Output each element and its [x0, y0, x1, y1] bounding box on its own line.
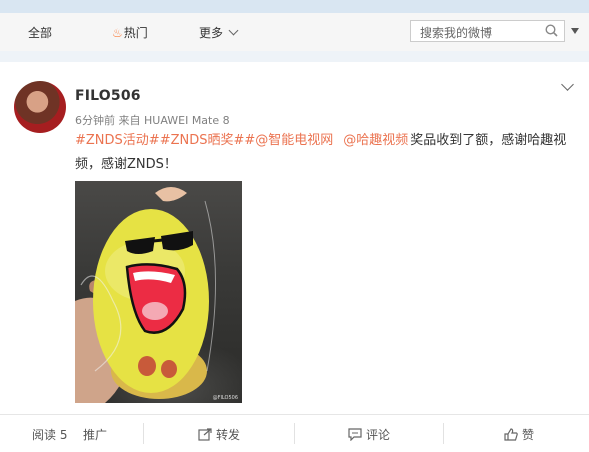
chevron-down-icon — [228, 25, 239, 36]
nav-item-more[interactable]: 更多 — [199, 24, 239, 41]
top-strip — [0, 0, 589, 13]
thumbs-up-icon — [504, 428, 518, 441]
post-via: 来自 — [118, 114, 141, 127]
read-count: 阅读 5 — [32, 428, 68, 442]
post-text-line1-tail: 奖品收到了额，感谢哈趣视 — [410, 133, 567, 148]
nav-item-hot-label: 热门 — [123, 26, 148, 40]
divider — [143, 423, 144, 444]
repost-icon — [198, 428, 212, 441]
repost-label: 转发 — [216, 428, 241, 442]
post-device[interactable]: HUAWEI Mate 8 — [144, 114, 230, 127]
comment-icon — [348, 428, 362, 441]
nav-item-all[interactable]: 全部 — [28, 24, 52, 41]
post-action-bar: 阅读 5 推广 转发 评论 赞 — [0, 414, 589, 452]
search-input[interactable]: 搜索我的微博 — [410, 20, 565, 42]
like-button[interactable]: 赞 — [504, 426, 534, 443]
divider-band — [0, 51, 589, 62]
promote-label: 推广 — [83, 428, 108, 442]
post-time[interactable]: 6分钟前 — [75, 114, 115, 127]
search-dropdown-caret-icon[interactable] — [571, 28, 579, 34]
search-icon[interactable] — [545, 24, 558, 37]
photo-watermark: @FILO506 — [212, 395, 238, 401]
comment-label: 评论 — [366, 428, 391, 442]
avatar[interactable] — [14, 81, 66, 133]
like-label: 赞 — [522, 428, 535, 442]
topic-tag[interactable]: #ZNDS活动# — [75, 133, 160, 148]
comment-button[interactable]: 评论 — [348, 426, 390, 443]
post-text: #ZNDS活动##ZNDS晒奖##@智能电视网 @哈趣视频 奖品收到了额，感谢哈趣视… — [75, 129, 585, 177]
weibo-post-card: FILO506 6分钟前 来自 HUAWEI Mate 8 #ZNDS活动##Z… — [0, 62, 589, 414]
divider — [294, 423, 295, 444]
search-placeholder: 搜索我的微博 — [420, 26, 493, 40]
post-photo[interactable]: @FILO506 — [75, 181, 242, 403]
repost-button[interactable]: 转发 — [198, 426, 240, 443]
post-username[interactable]: FILO506 — [75, 88, 141, 104]
topic-tag[interactable]: #@智能电视网 — [244, 133, 333, 148]
nav-item-hot[interactable]: ♨热门 — [112, 24, 148, 41]
post-text-line2: 频，感谢ZNDS！ — [75, 157, 177, 172]
divider — [443, 423, 444, 444]
promote-button[interactable]: 推广 — [83, 426, 107, 443]
topic-tag[interactable]: #ZNDS晒奖# — [160, 133, 245, 148]
flame-icon: ♨ — [112, 26, 123, 40]
post-meta: 6分钟前 来自 HUAWEI Mate 8 — [75, 112, 230, 128]
chevron-down-icon[interactable] — [561, 78, 574, 91]
mention-link[interactable]: @哈趣视频 — [343, 133, 408, 148]
nav-item-all-label: 全部 — [28, 26, 53, 40]
plush-toy-image — [75, 187, 216, 403]
nav-item-more-label: 更多 — [199, 26, 224, 40]
